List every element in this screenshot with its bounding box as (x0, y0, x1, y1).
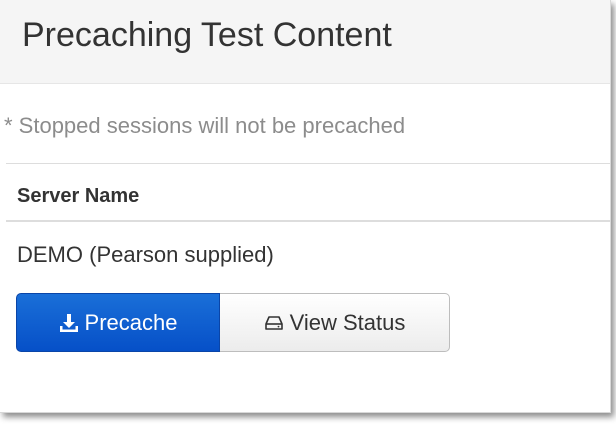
stopped-sessions-note: * Stopped sessions will not be precached (4, 113, 406, 138)
page-title: Precaching Test Content (22, 16, 392, 54)
view-status-button[interactable]: View Status (220, 293, 450, 352)
hdd-icon (264, 314, 284, 332)
precache-button-label: Precache (84, 309, 178, 335)
panel-header: Precaching Test Content (0, 0, 610, 84)
action-button-group: Precache View Status (16, 293, 450, 352)
table-header-row: Server Name (6, 163, 610, 222)
precache-panel: Precaching Test Content * Stopped sessio… (0, 0, 611, 413)
download-icon (59, 313, 79, 333)
server-name-cell: DEMO (Pearson supplied) (17, 242, 274, 267)
precache-button[interactable]: Precache (16, 293, 220, 352)
column-header-server-name: Server Name (17, 185, 140, 207)
view-status-button-label: View Status (289, 309, 406, 335)
